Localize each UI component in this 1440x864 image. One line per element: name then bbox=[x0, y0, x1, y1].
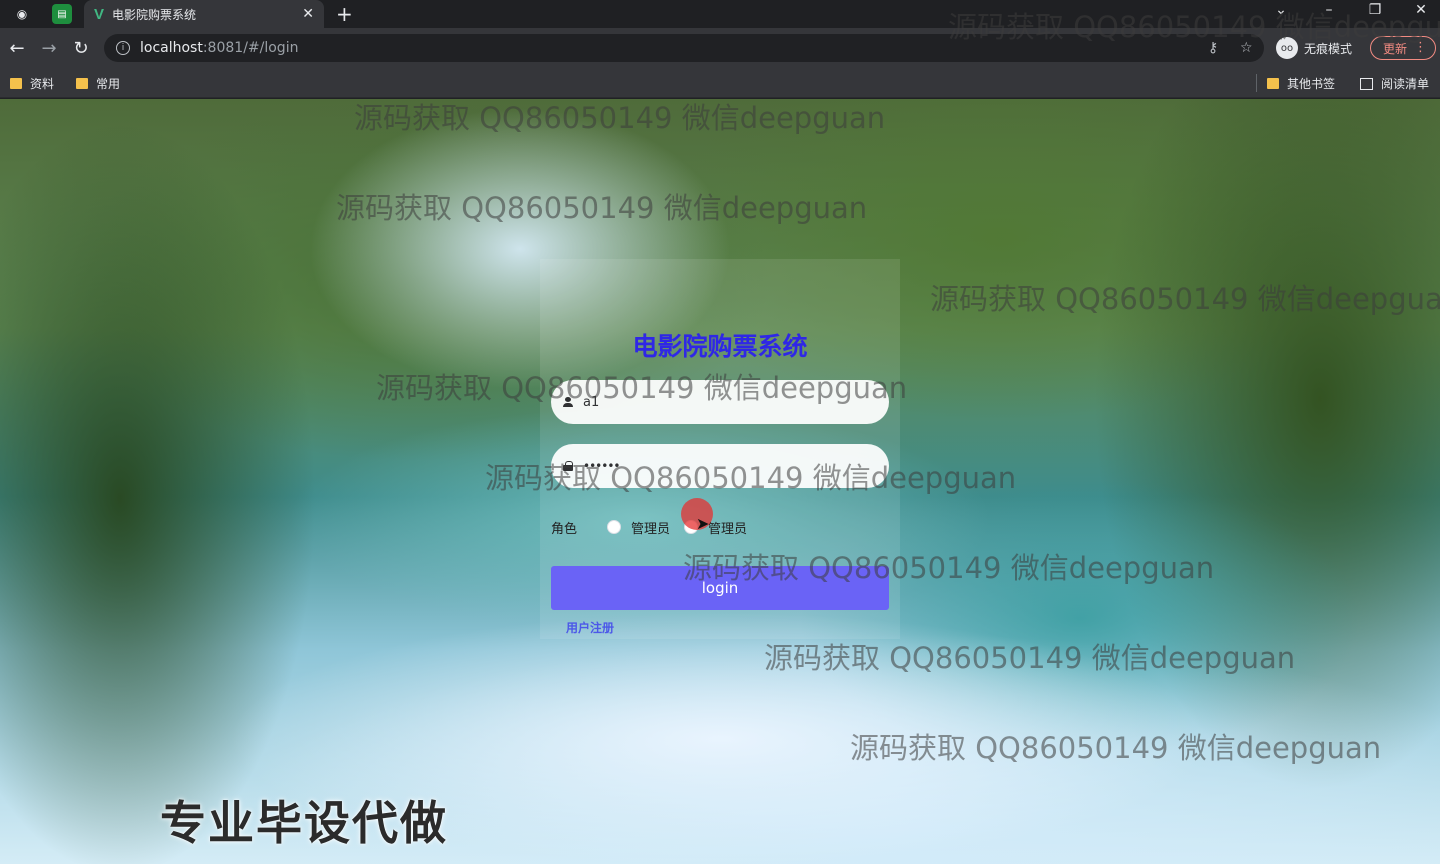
update-button[interactable]: 更新 ⋮ bbox=[1370, 36, 1436, 60]
bookmark-folder-ziliao[interactable]: 资料 bbox=[10, 75, 54, 92]
reading-list[interactable]: 阅读清单 bbox=[1360, 75, 1429, 92]
watermark: 源码获取 QQ86050149 微信deepguan bbox=[336, 191, 868, 225]
menu-dots-icon: ⋮ bbox=[1414, 40, 1427, 55]
register-link[interactable]: 用户注册 bbox=[566, 619, 614, 636]
watermark: 源码获取 QQ86050149 微信deepguan bbox=[354, 101, 886, 135]
vue-favicon-icon: V bbox=[94, 5, 105, 23]
site-info-icon[interactable]: i bbox=[116, 41, 130, 55]
radio-button[interactable] bbox=[607, 520, 621, 534]
forward-arrow-icon[interactable]: → bbox=[38, 37, 60, 59]
password-input[interactable]: •••••• bbox=[583, 459, 620, 473]
url-path: :8081/#/login bbox=[202, 40, 299, 56]
back-arrow-icon[interactable]: ← bbox=[6, 37, 28, 59]
reading-list-label: 阅读清单 bbox=[1381, 77, 1430, 91]
bookmark-star-icon[interactable]: ☆ bbox=[1240, 40, 1253, 56]
other-bookmarks[interactable]: 其他书签 bbox=[1267, 75, 1335, 92]
browser-logo-icon[interactable]: ◉ bbox=[12, 4, 32, 24]
address-bar[interactable]: i localhost :8081/#/login ⚷ ☆ bbox=[104, 34, 1264, 62]
sheets-tab-icon[interactable]: ▤ bbox=[52, 4, 72, 24]
password-field[interactable]: •••••• bbox=[551, 444, 889, 488]
watermark: 源码获取 QQ86050149 微信deepguan bbox=[764, 641, 1296, 675]
reading-list-icon bbox=[1360, 77, 1373, 90]
browser-toolbar: ← → ↻ i localhost :8081/#/login ⚷ ☆ oo 无… bbox=[0, 28, 1440, 68]
update-label: 更新 bbox=[1383, 41, 1408, 56]
role-option-label: 管理员 bbox=[708, 521, 748, 537]
tab-search-chevron-icon[interactable]: ⌄ bbox=[1266, 2, 1296, 18]
login-button[interactable]: login bbox=[551, 566, 889, 610]
minimize-button[interactable]: – bbox=[1314, 2, 1344, 18]
role-label: 角色 bbox=[551, 521, 578, 537]
username-input[interactable] bbox=[583, 394, 863, 410]
folder-icon bbox=[76, 78, 88, 89]
tab-title: 电影院购票系统 bbox=[112, 7, 197, 22]
mouse-cursor-icon: ➤ bbox=[696, 514, 710, 533]
username-field[interactable] bbox=[551, 380, 889, 424]
bookmark-label: 常用 bbox=[96, 77, 121, 91]
folder-icon bbox=[10, 78, 22, 89]
lock-icon bbox=[563, 461, 573, 471]
role-option-admin-1[interactable]: 管理员 bbox=[607, 518, 670, 537]
folder-icon bbox=[1267, 78, 1279, 89]
tab-strip: ◉ ▤ V 电影院购票系统 ✕ + ⌄ – ❐ ✕ bbox=[0, 0, 1440, 28]
restore-button[interactable]: ❐ bbox=[1360, 2, 1390, 18]
role-selector: 角色 管理员 管理员 bbox=[551, 517, 889, 537]
bookmark-folder-changyong[interactable]: 常用 bbox=[76, 75, 120, 92]
page-background: 电影院购票系统 •••••• 角色 管理员 管理员 ➤ login 用户注册 源… bbox=[0, 99, 1440, 864]
incognito-indicator[interactable]: oo 无痕模式 bbox=[1276, 37, 1352, 59]
close-window-button[interactable]: ✕ bbox=[1406, 2, 1436, 18]
bookmark-separator bbox=[1256, 74, 1257, 92]
watermark: 源码获取 QQ86050149 微信deepguan bbox=[930, 282, 1440, 316]
url-host: localhost bbox=[140, 40, 203, 56]
reload-icon[interactable]: ↻ bbox=[70, 37, 92, 59]
incognito-label: 无痕模式 bbox=[1304, 41, 1353, 56]
active-tab[interactable]: V 电影院购票系统 ✕ bbox=[84, 0, 324, 28]
bookmark-label: 资料 bbox=[30, 77, 55, 91]
new-tab-button[interactable]: + bbox=[336, 2, 353, 26]
password-key-icon[interactable]: ⚷ bbox=[1208, 40, 1218, 56]
login-title: 电影院购票系统 bbox=[632, 332, 808, 361]
other-bookmarks-label: 其他书签 bbox=[1287, 77, 1336, 91]
incognito-icon: oo bbox=[1276, 37, 1298, 59]
bookmarks-bar: 资料 常用 其他书签 阅读清单 bbox=[0, 68, 1440, 98]
watermark: 源码获取 QQ86050149 微信deepguan bbox=[850, 731, 1382, 765]
tab-close-icon[interactable]: ✕ bbox=[302, 6, 314, 22]
role-option-label: 管理员 bbox=[631, 521, 671, 537]
user-icon bbox=[563, 397, 573, 407]
promo-text: 专业毕设代做 bbox=[160, 796, 448, 850]
